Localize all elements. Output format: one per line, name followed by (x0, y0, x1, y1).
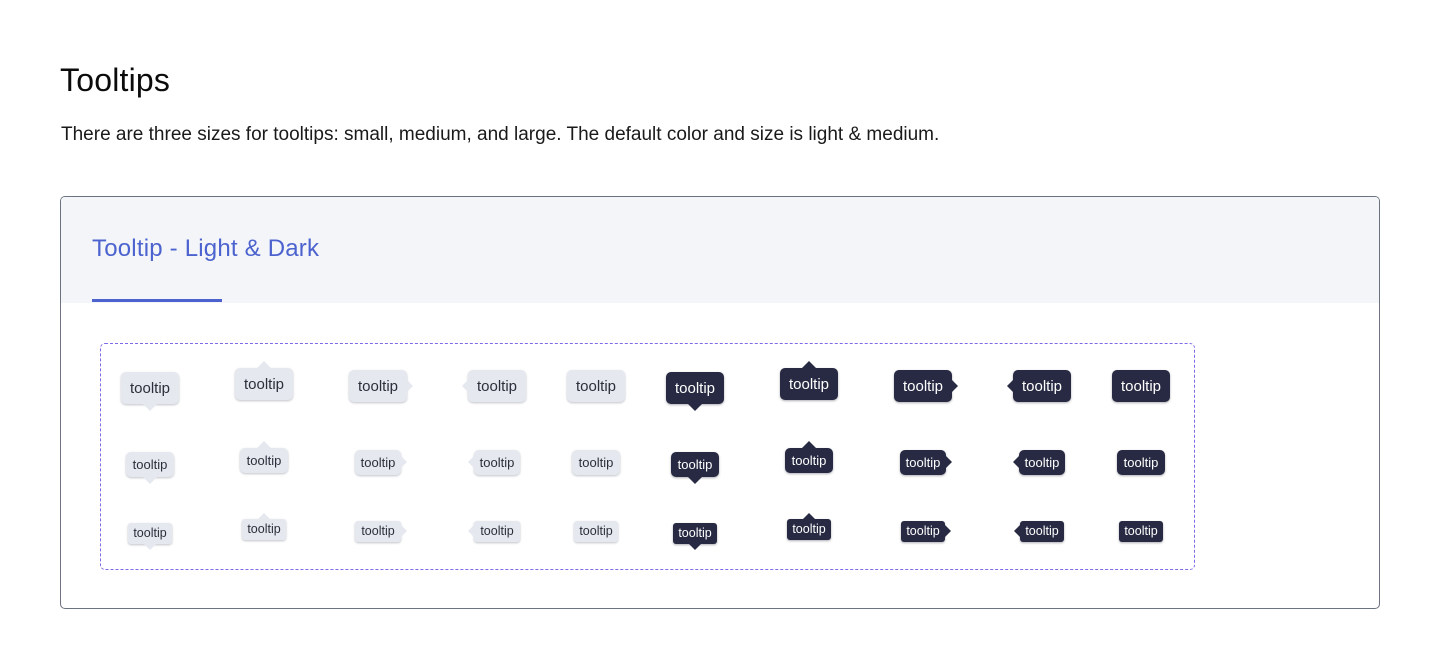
tooltip-large-light-no-arrow: tooltip (567, 370, 625, 402)
tooltip-small-light-arrow-right: tooltip (355, 520, 401, 542)
page-title: Tooltips (60, 62, 171, 98)
tooltip-small-dark-arrow-bottom: tooltip (673, 522, 717, 544)
tooltip-small-dark-arrow-top: tooltip (787, 518, 831, 540)
tooltip-large-dark-arrow-bottom: tooltip (666, 372, 724, 404)
tooltip-medium-dark-arrow-right: tooltip (900, 449, 946, 475)
tooltip-large-dark-no-arrow: tooltip (1112, 370, 1170, 402)
tooltip-small-light-arrow-bottom: tooltip (128, 522, 172, 544)
tooltip-medium-dark-no-arrow: tooltip (1117, 449, 1165, 475)
page-description: There are three sizes for tooltips: smal… (61, 124, 940, 145)
tooltip-demo-card: Tooltip - Light & Dark tooltip tooltip too… (60, 196, 1380, 609)
tooltip-small-light-no-arrow: tooltip (574, 520, 618, 542)
tab-tooltip-light-dark[interactable]: Tooltip - Light & Dark (92, 235, 319, 263)
tooltip-small-dark-arrow-right: tooltip (901, 520, 945, 542)
tooltip-large-dark-arrow-left: tooltip (1013, 370, 1071, 402)
tooltip-large-dark-arrow-top: tooltip (780, 368, 838, 400)
tooltip-medium-light-arrow-right: tooltip (355, 449, 401, 475)
tooltip-small-light-arrow-top: tooltip (242, 518, 286, 540)
tooltip-large-dark-arrow-right: tooltip (894, 370, 952, 402)
tooltip-medium-light-no-arrow: tooltip (572, 449, 620, 475)
tooltip-large-light-arrow-left: tooltip (468, 370, 526, 402)
tooltip-large-light-arrow-bottom: tooltip (121, 372, 179, 404)
tooltip-medium-light-arrow-left: tooltip (474, 449, 520, 475)
tooltip-small-light-arrow-left: tooltip (474, 520, 520, 542)
tooltip-medium-dark-arrow-top: tooltip (785, 447, 833, 473)
tooltip-demo-area: tooltip tooltip tooltip tooltip tooltip toolt… (100, 343, 1195, 570)
card-header: Tooltip - Light & Dark (61, 197, 1379, 303)
tooltip-large-light-arrow-right: tooltip (349, 370, 407, 402)
tooltip-small-dark-arrow-left: tooltip (1020, 520, 1064, 542)
tooltip-medium-dark-arrow-bottom: tooltip (671, 451, 719, 477)
tooltip-medium-dark-arrow-left: tooltip (1019, 449, 1065, 475)
active-tab-indicator (92, 299, 222, 302)
tooltip-large-light-arrow-top: tooltip (235, 368, 293, 400)
tooltip-small-dark-no-arrow: tooltip (1119, 520, 1163, 542)
tooltip-medium-light-arrow-bottom: tooltip (126, 451, 174, 477)
tooltip-medium-light-arrow-top: tooltip (240, 447, 288, 473)
